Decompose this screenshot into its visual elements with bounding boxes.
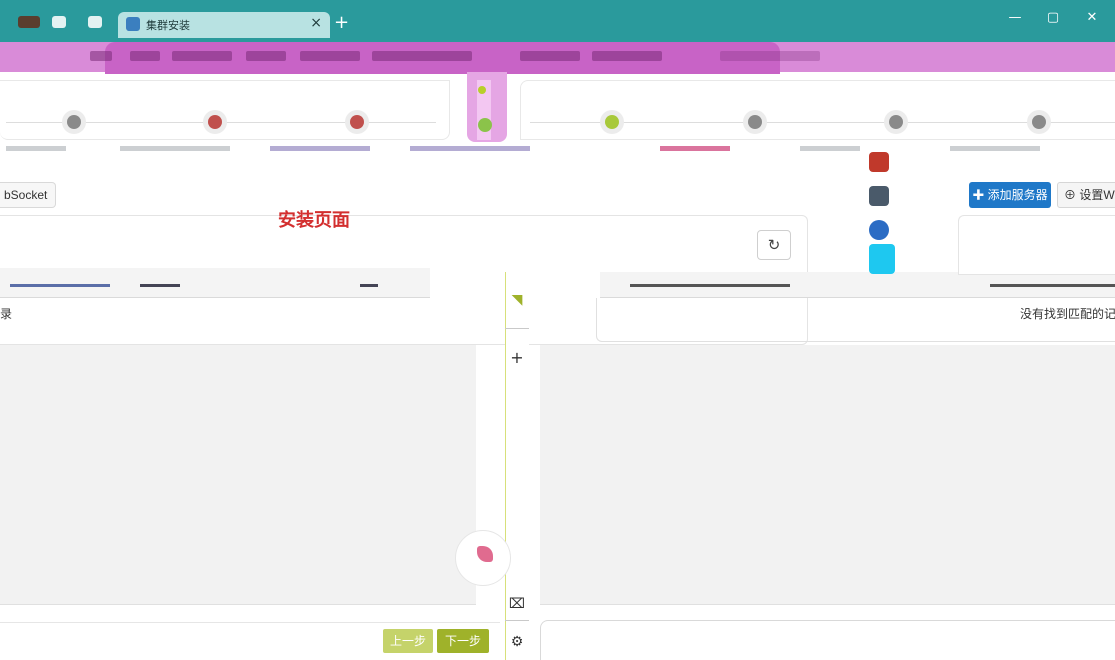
step-indicator[interactable]: [1027, 110, 1051, 134]
step-indicator[interactable]: [203, 110, 227, 134]
bookmark-item[interactable]: [520, 51, 580, 61]
step-label: [800, 146, 860, 151]
table-header-cell: [360, 284, 378, 287]
minimize-button[interactable]: —: [1000, 10, 1030, 25]
table-header-cell: [990, 284, 1115, 287]
server-table: [958, 215, 1115, 275]
websocket-button[interactable]: bSocket: [0, 182, 56, 208]
bookmark-item[interactable]: [172, 51, 232, 61]
step-indicator[interactable]: [884, 110, 908, 134]
no-records-text: 没有找到匹配的记录: [1020, 307, 1115, 321]
step-labels-row: [0, 146, 1115, 154]
clear-icon[interactable]: ⌧: [505, 596, 529, 612]
step-dot: [67, 115, 81, 129]
divider-handle-icon: [478, 86, 486, 94]
table-header-cell: [140, 284, 180, 287]
outlook-icon[interactable]: [869, 244, 895, 274]
step-label: [410, 146, 530, 151]
tool-separator: [505, 328, 529, 329]
tab-cluster-install[interactable]: 集群安装 ×: [118, 12, 330, 38]
home-icon[interactable]: [52, 16, 66, 28]
page-title: 安装页面: [278, 210, 350, 230]
step-dot: [748, 115, 762, 129]
empty-records-text: 录: [0, 307, 13, 321]
profile-icon[interactable]: [18, 16, 40, 28]
browser-titlebar: 集群安装 × + — ▢ ✕: [0, 0, 1115, 42]
bookmark-item[interactable]: [90, 51, 112, 61]
right-footer: [540, 620, 1115, 660]
step-indicator[interactable]: [600, 110, 624, 134]
divider-handle-icon: [478, 118, 492, 132]
tool-separator: [505, 620, 529, 621]
step-label: [660, 146, 730, 151]
step-dot: [889, 115, 903, 129]
previous-step-button[interactable]: 上一步: [383, 629, 433, 653]
gear-icon[interactable]: ⚙: [505, 634, 529, 650]
step-indicator[interactable]: [743, 110, 767, 134]
bookmark-item[interactable]: [372, 51, 472, 61]
refresh-button[interactable]: ↻: [757, 230, 791, 260]
step-dot: [208, 115, 222, 129]
step-dot: [605, 115, 619, 129]
add-server-button[interactable]: ✚ 添加服务器: [969, 182, 1051, 208]
window-icon[interactable]: [88, 16, 102, 28]
bookmark-item[interactable]: [130, 51, 160, 61]
maximize-button[interactable]: ▢: [1038, 10, 1068, 25]
bookmark-bar: [0, 42, 1115, 74]
set-websocket-button[interactable]: ⊕ 设置We: [1057, 182, 1115, 208]
step-indicator[interactable]: [62, 110, 86, 134]
close-window-button[interactable]: ✕: [1077, 10, 1107, 25]
add-icon[interactable]: +: [505, 348, 529, 367]
table-header: [0, 268, 430, 298]
step-label: [950, 146, 1040, 151]
step-dot: [1032, 115, 1046, 129]
next-step-button[interactable]: 下一步: [437, 629, 489, 653]
tab-title: 集群安装: [146, 20, 190, 32]
step-dot: [350, 115, 364, 129]
toolbox-icon[interactable]: [869, 152, 889, 172]
bookmark-item[interactable]: [246, 51, 286, 61]
step-label: [270, 146, 370, 151]
tab-favicon-icon: [126, 17, 140, 31]
log-panel-left: [0, 345, 476, 605]
log-panel-right: [540, 345, 1115, 605]
globe-icon[interactable]: [869, 220, 889, 240]
bookmark-item[interactable]: [592, 51, 662, 61]
bookmark-item[interactable]: [300, 51, 360, 61]
step-indicator[interactable]: [345, 110, 369, 134]
step-label: [6, 146, 66, 151]
bookmark-item[interactable]: [720, 51, 820, 61]
table-header-cell: [630, 284, 790, 287]
send-icon[interactable]: ◥: [505, 292, 529, 308]
new-tab-button[interactable]: +: [334, 12, 349, 33]
table-header-cell: [10, 284, 110, 287]
step-label: [120, 146, 230, 151]
tab-close-icon[interactable]: ×: [310, 15, 322, 31]
server-icon[interactable]: [869, 186, 889, 206]
